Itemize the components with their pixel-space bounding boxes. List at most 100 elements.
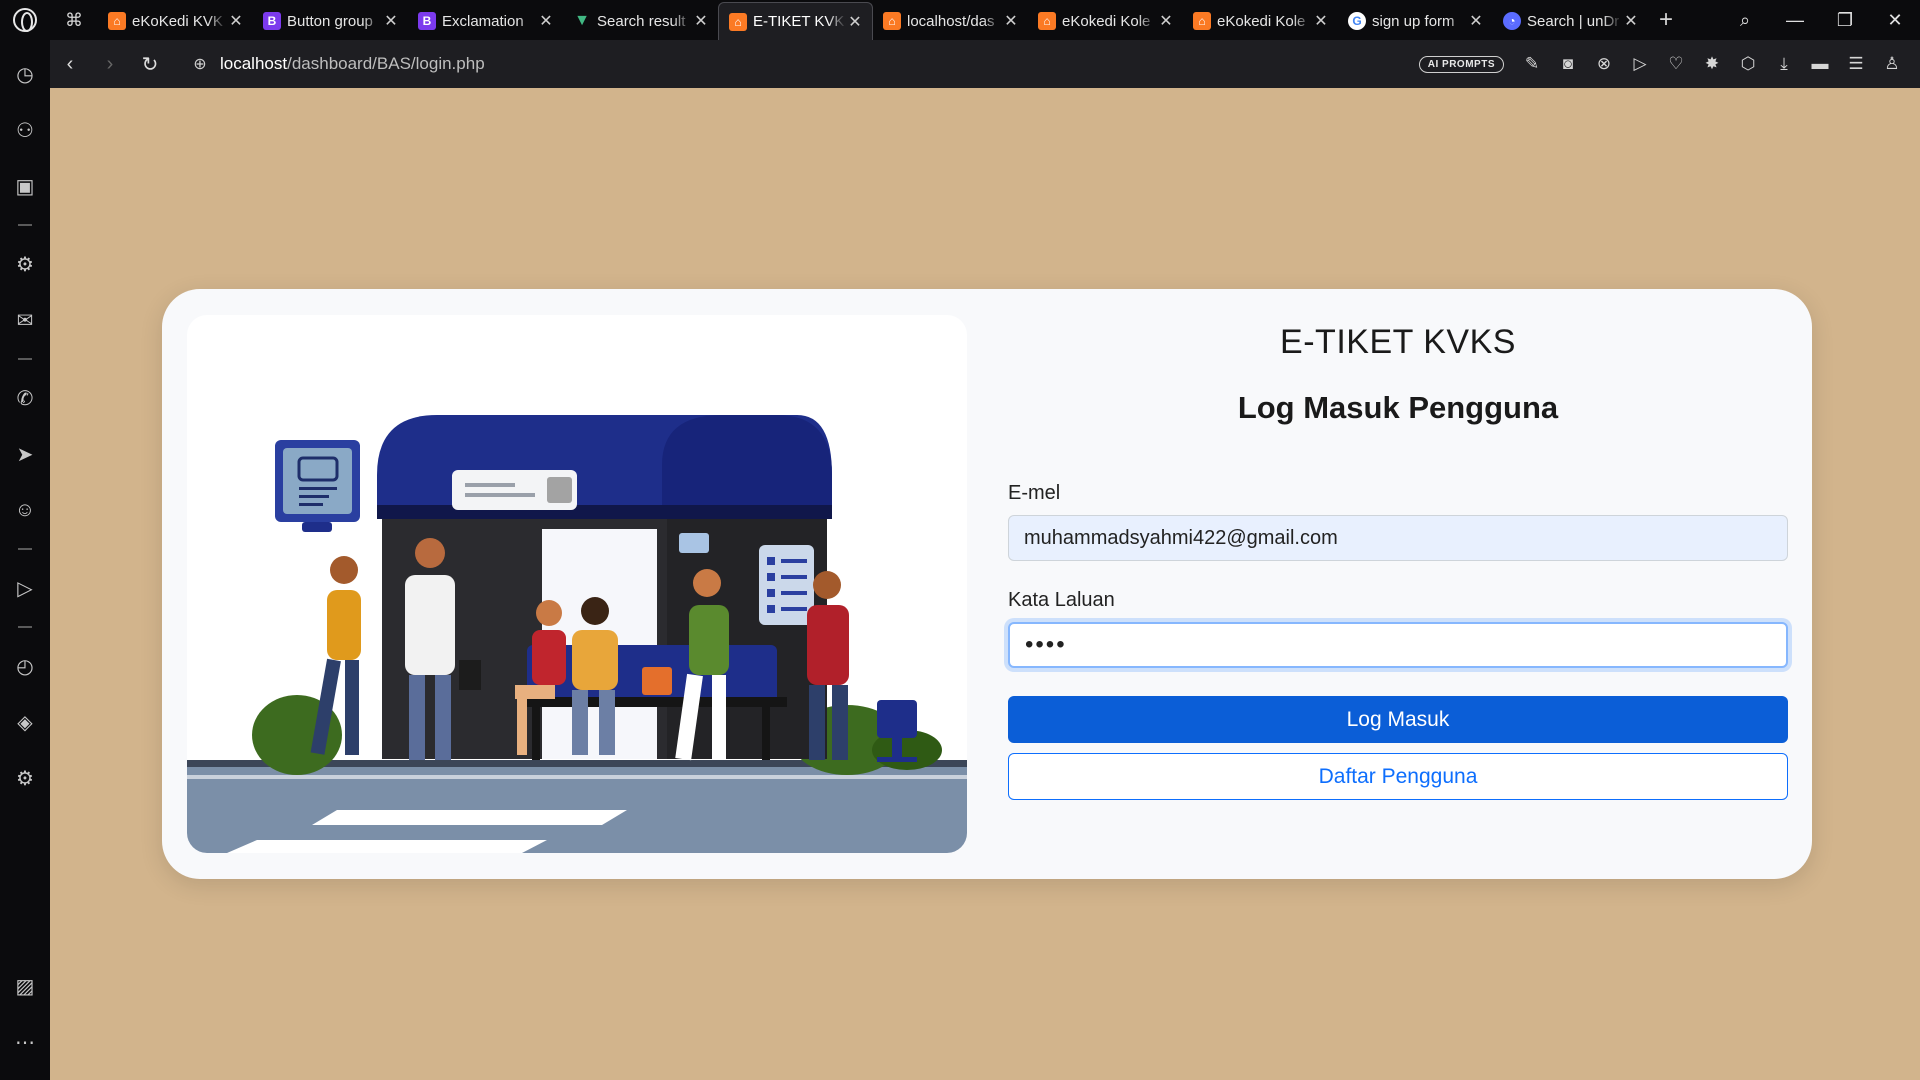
url-host: localhost	[220, 54, 288, 73]
tab[interactable]: ⌂ localhost/das ✕	[873, 2, 1028, 40]
whatsapp-icon[interactable]: ✆	[0, 370, 50, 426]
player-icon[interactable]: ▷	[0, 560, 50, 616]
email-label: E-mel	[1008, 482, 1061, 504]
tab[interactable]: ⌂ eKokedi Kole ✕	[1028, 2, 1183, 40]
window-controls: ⌕ — ❐ ✕	[1720, 0, 1920, 40]
undraw-icon: ◔	[1503, 12, 1521, 30]
download-icon[interactable]: ⤓	[1766, 54, 1802, 74]
cube-icon[interactable]: ◈	[0, 694, 50, 750]
tab[interactable]: ◔ Search | unDr ✕	[1493, 2, 1648, 40]
history-icon[interactable]: ◴	[0, 638, 50, 694]
close-tab-icon[interactable]: ✕	[227, 11, 245, 31]
wallpaper-icon[interactable]: ▨	[0, 958, 50, 1014]
sidebar-divider	[18, 548, 32, 550]
restore-icon[interactable]: ❐	[1820, 10, 1870, 31]
ai-prompts-button[interactable]: AI PROMPTS	[1418, 55, 1504, 73]
bootstrap-icon: B	[263, 12, 281, 30]
opera-menu-icon[interactable]	[0, 0, 50, 40]
edit-icon[interactable]: ✎	[1514, 54, 1550, 74]
tab-title: eKokedi Kole	[1062, 12, 1151, 30]
sidebar-divider	[18, 358, 32, 360]
bus-stop-image	[187, 415, 967, 853]
tab-title: Search | unDr	[1527, 12, 1620, 30]
close-tab-icon[interactable]: ✕	[846, 12, 864, 32]
discord-icon[interactable]: ☺	[0, 482, 50, 538]
close-tab-icon[interactable]: ✕	[537, 11, 555, 31]
login-button[interactable]: Log Masuk	[1008, 696, 1788, 743]
tab[interactable]: ⌂ eKokedi Kole ✕	[1183, 2, 1338, 40]
address-bar: ‹ › ↻ ⊕ localhost/dashboard/BAS/login.ph…	[50, 40, 1920, 88]
tab-title: eKokedi Kole	[1217, 12, 1306, 30]
workspaces-icon[interactable]: ⌘	[50, 0, 98, 40]
tab-title: sign up form	[1372, 12, 1455, 30]
close-tab-icon[interactable]: ✕	[382, 11, 400, 31]
login-form: E-TIKET KVKS Log Masuk Pengguna E-mel mu…	[1008, 315, 1788, 800]
send-icon[interactable]: ▷	[1622, 54, 1658, 74]
password-label: Kata Laluan	[1008, 589, 1115, 611]
browser-sidebar: ◷ ⚇ ▣ ⚙ ✉ ✆ ➤ ☺ ▷ ◴ ◈ ⚙ ▨ ⋯	[0, 40, 50, 1080]
url-field[interactable]: ⊕ localhost/dashboard/BAS/login.php	[180, 54, 485, 74]
speed-dial-icon[interactable]: ◷	[0, 46, 50, 102]
page-viewport: E-TIKET KVKS Log Masuk Pengguna E-mel mu…	[50, 88, 1920, 1080]
google-icon: G	[1348, 12, 1366, 30]
close-tab-icon[interactable]: ✕	[692, 11, 710, 31]
forward-icon[interactable]: ›	[90, 53, 130, 76]
close-tab-icon[interactable]: ✕	[1622, 11, 1640, 31]
vue-icon: ▼	[574, 12, 590, 29]
close-tab-icon[interactable]: ✕	[1002, 11, 1020, 31]
register-button[interactable]: Daftar Pengguna	[1008, 753, 1788, 800]
search-tabs-icon[interactable]: ⌕	[1720, 10, 1770, 31]
bus-stop-illustration	[187, 315, 967, 853]
sidebar-divider	[18, 626, 32, 628]
tab-strip: ⌂ eKoKedi KVK ✕ B Button group ✕ B Exclamatio…	[98, 0, 1648, 40]
telegram-icon[interactable]: ➤	[0, 426, 50, 482]
tab-title: Exclamation	[442, 12, 524, 30]
xampp-icon: ⌂	[883, 12, 901, 30]
close-tab-icon[interactable]: ✕	[1467, 11, 1485, 31]
block-icon[interactable]: ⊗	[1586, 54, 1622, 74]
reload-icon[interactable]: ↻	[130, 52, 170, 77]
box-icon[interactable]: ⬡	[1730, 54, 1766, 74]
tab-title: Search result	[597, 12, 686, 30]
browser-tab-bar: ⌘ ⌂ eKoKedi KVK ✕ B Button group ✕ B Exclamat…	[0, 0, 1920, 40]
tab[interactable]: ▼ Search result ✕	[563, 2, 718, 40]
profile-icon[interactable]: ♙	[1874, 54, 1910, 74]
chatsonic-icon[interactable]: ✉	[0, 292, 50, 348]
tab-title: localhost/das	[907, 12, 995, 30]
password-field[interactable]: ••••	[1008, 622, 1788, 668]
tab[interactable]: B Button group ✕	[253, 2, 408, 40]
chatgpt-icon[interactable]: ⚙	[0, 236, 50, 292]
battery-icon[interactable]: ▬	[1802, 54, 1838, 74]
tab[interactable]: ⌂ eKoKedi KVK ✕	[98, 2, 253, 40]
camera-icon[interactable]: ◙	[1550, 54, 1586, 74]
app-title: E-TIKET KVKS	[1280, 323, 1516, 361]
tab[interactable]: Gsign up form ✕	[1338, 2, 1493, 40]
aria-icon[interactable]: ⚇	[0, 102, 50, 158]
globe-icon: ⊕	[193, 56, 207, 73]
url-path: /dashboard/BAS/login.php	[287, 54, 485, 73]
sidebar-divider	[18, 224, 32, 226]
email-field[interactable]: muhammadsyahmi422@gmail.com	[1008, 515, 1788, 561]
easy-setup-icon[interactable]: ☰	[1838, 54, 1874, 74]
close-tab-icon[interactable]: ✕	[1312, 11, 1330, 31]
tab-title: eKoKedi KVK	[132, 12, 223, 30]
back-icon[interactable]: ‹	[50, 53, 90, 76]
settings-icon[interactable]: ⚙	[0, 750, 50, 806]
xampp-icon: ⌂	[108, 12, 126, 30]
vpn-icon[interactable]: ✸	[1694, 54, 1730, 74]
heart-icon[interactable]: ♡	[1658, 54, 1694, 74]
tab-title: E-TIKET KVKS	[753, 13, 846, 30]
tab[interactable]: B Exclamation ✕	[408, 2, 563, 40]
xampp-icon: ⌂	[1038, 12, 1056, 30]
extensions-icon[interactable]: ▣	[0, 158, 50, 214]
more-icon[interactable]: ⋯	[0, 1014, 50, 1070]
tab-active[interactable]: ⌂ E-TIKET KVKS ✕	[718, 2, 873, 40]
close-window-icon[interactable]: ✕	[1870, 10, 1920, 31]
bootstrap-icon: B	[418, 12, 436, 30]
new-tab-button[interactable]: +	[1648, 0, 1684, 40]
minimize-icon[interactable]: —	[1770, 10, 1820, 31]
tab-title: Button group	[287, 12, 373, 30]
form-title: Log Masuk Pengguna	[1237, 390, 1559, 425]
close-tab-icon[interactable]: ✕	[1157, 11, 1175, 31]
xampp-icon: ⌂	[729, 12, 747, 31]
